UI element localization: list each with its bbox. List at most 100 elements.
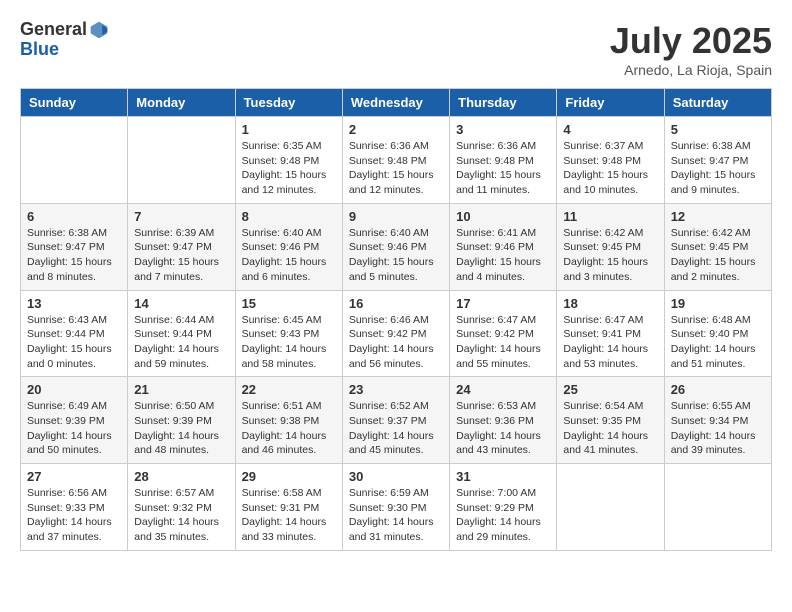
- day-info: Sunrise: 6:38 AM Sunset: 9:47 PM Dayligh…: [27, 226, 121, 285]
- logo-general: General: [20, 20, 87, 40]
- day-number: 8: [242, 209, 336, 224]
- weekday-header-row: Sunday Monday Tuesday Wednesday Thursday…: [21, 89, 772, 117]
- day-number: 30: [349, 469, 443, 484]
- calendar-week-row: 6 Sunrise: 6:38 AM Sunset: 9:47 PM Daylig…: [21, 203, 772, 290]
- header-saturday: Saturday: [664, 89, 771, 117]
- day-number: 23: [349, 382, 443, 397]
- table-row: 14 Sunrise: 6:44 AM Sunset: 9:44 PM Dayli…: [128, 290, 235, 377]
- day-info: Sunrise: 6:53 AM Sunset: 9:36 PM Dayligh…: [456, 399, 550, 458]
- day-info: Sunrise: 6:36 AM Sunset: 9:48 PM Dayligh…: [349, 139, 443, 198]
- day-number: 3: [456, 122, 550, 137]
- day-number: 2: [349, 122, 443, 137]
- header-thursday: Thursday: [450, 89, 557, 117]
- table-row: [21, 117, 128, 204]
- table-row: 1Sunrise: 6:35 AM Sunset: 9:48 PM Daylig…: [235, 117, 342, 204]
- day-info: Sunrise: 6:37 AM Sunset: 9:48 PM Dayligh…: [563, 139, 657, 198]
- table-row: 7 Sunrise: 6:39 AM Sunset: 9:47 PM Daylig…: [128, 203, 235, 290]
- day-number: 22: [242, 382, 336, 397]
- table-row: 8 Sunrise: 6:40 AM Sunset: 9:46 PM Daylig…: [235, 203, 342, 290]
- day-number: 11: [563, 209, 657, 224]
- day-info: Sunrise: 6:59 AM Sunset: 9:30 PM Dayligh…: [349, 486, 443, 545]
- header-friday: Friday: [557, 89, 664, 117]
- table-row: 3 Sunrise: 6:36 AM Sunset: 9:48 PM Daylig…: [450, 117, 557, 204]
- table-row: 13 Sunrise: 6:43 AM Sunset: 9:44 PM Dayli…: [21, 290, 128, 377]
- day-info: Sunrise: 6:45 AM Sunset: 9:43 PM Dayligh…: [242, 313, 336, 372]
- day-number: 18: [563, 296, 657, 311]
- day-number: 7: [134, 209, 228, 224]
- day-info: Sunrise: 6:44 AM Sunset: 9:44 PM Dayligh…: [134, 313, 228, 372]
- calendar-week-row: 1Sunrise: 6:35 AM Sunset: 9:48 PM Daylig…: [21, 117, 772, 204]
- table-row: 4 Sunrise: 6:37 AM Sunset: 9:48 PM Daylig…: [557, 117, 664, 204]
- day-info: Sunrise: 6:51 AM Sunset: 9:38 PM Dayligh…: [242, 399, 336, 458]
- table-row: 16Sunrise: 6:46 AM Sunset: 9:42 PM Dayli…: [342, 290, 449, 377]
- day-number: 6: [27, 209, 121, 224]
- table-row: 28Sunrise: 6:57 AM Sunset: 9:32 PM Dayli…: [128, 464, 235, 551]
- table-row: 6 Sunrise: 6:38 AM Sunset: 9:47 PM Daylig…: [21, 203, 128, 290]
- day-number: 15: [242, 296, 336, 311]
- day-info: Sunrise: 6:42 AM Sunset: 9:45 PM Dayligh…: [563, 226, 657, 285]
- day-info: Sunrise: 6:52 AM Sunset: 9:37 PM Dayligh…: [349, 399, 443, 458]
- day-number: 19: [671, 296, 765, 311]
- title-block: July 2025 Arnedo, La Rioja, Spain: [610, 20, 772, 78]
- calendar-week-row: 27Sunrise: 6:56 AM Sunset: 9:33 PM Dayli…: [21, 464, 772, 551]
- day-number: 26: [671, 382, 765, 397]
- day-info: Sunrise: 6:57 AM Sunset: 9:32 PM Dayligh…: [134, 486, 228, 545]
- calendar: Sunday Monday Tuesday Wednesday Thursday…: [20, 88, 772, 551]
- table-row: [664, 464, 771, 551]
- day-number: 16: [349, 296, 443, 311]
- day-info: Sunrise: 7:00 AM Sunset: 9:29 PM Dayligh…: [456, 486, 550, 545]
- day-info: Sunrise: 6:42 AM Sunset: 9:45 PM Dayligh…: [671, 226, 765, 285]
- location: Arnedo, La Rioja, Spain: [610, 62, 772, 78]
- day-info: Sunrise: 6:56 AM Sunset: 9:33 PM Dayligh…: [27, 486, 121, 545]
- table-row: 22 Sunrise: 6:51 AM Sunset: 9:38 PM Dayli…: [235, 377, 342, 464]
- table-row: 29Sunrise: 6:58 AM Sunset: 9:31 PM Dayli…: [235, 464, 342, 551]
- day-info: Sunrise: 6:49 AM Sunset: 9:39 PM Dayligh…: [27, 399, 121, 458]
- table-row: 18Sunrise: 6:47 AM Sunset: 9:41 PM Dayli…: [557, 290, 664, 377]
- table-row: 10 Sunrise: 6:41 AM Sunset: 9:46 PM Dayli…: [450, 203, 557, 290]
- day-number: 29: [242, 469, 336, 484]
- calendar-week-row: 13 Sunrise: 6:43 AM Sunset: 9:44 PM Dayli…: [21, 290, 772, 377]
- table-row: 20Sunrise: 6:49 AM Sunset: 9:39 PM Dayli…: [21, 377, 128, 464]
- table-row: [128, 117, 235, 204]
- table-row: 30 Sunrise: 6:59 AM Sunset: 9:30 PM Dayli…: [342, 464, 449, 551]
- day-info: Sunrise: 6:47 AM Sunset: 9:42 PM Dayligh…: [456, 313, 550, 372]
- day-info: Sunrise: 6:36 AM Sunset: 9:48 PM Dayligh…: [456, 139, 550, 198]
- table-row: 19 Sunrise: 6:48 AM Sunset: 9:40 PM Dayli…: [664, 290, 771, 377]
- table-row: 25Sunrise: 6:54 AM Sunset: 9:35 PM Dayli…: [557, 377, 664, 464]
- month-title: July 2025: [610, 20, 772, 62]
- day-info: Sunrise: 6:55 AM Sunset: 9:34 PM Dayligh…: [671, 399, 765, 458]
- day-number: 13: [27, 296, 121, 311]
- day-info: Sunrise: 6:38 AM Sunset: 9:47 PM Dayligh…: [671, 139, 765, 198]
- table-row: 5 Sunrise: 6:38 AM Sunset: 9:47 PM Daylig…: [664, 117, 771, 204]
- header-tuesday: Tuesday: [235, 89, 342, 117]
- day-info: Sunrise: 6:41 AM Sunset: 9:46 PM Dayligh…: [456, 226, 550, 285]
- logo: General Blue: [20, 20, 109, 60]
- calendar-week-row: 20Sunrise: 6:49 AM Sunset: 9:39 PM Dayli…: [21, 377, 772, 464]
- day-info: Sunrise: 6:48 AM Sunset: 9:40 PM Dayligh…: [671, 313, 765, 372]
- table-row: 12 Sunrise: 6:42 AM Sunset: 9:45 PM Dayli…: [664, 203, 771, 290]
- day-number: 9: [349, 209, 443, 224]
- day-number: 21: [134, 382, 228, 397]
- day-info: Sunrise: 6:54 AM Sunset: 9:35 PM Dayligh…: [563, 399, 657, 458]
- day-number: 24: [456, 382, 550, 397]
- table-row: 2 Sunrise: 6:36 AM Sunset: 9:48 PM Daylig…: [342, 117, 449, 204]
- table-row: 21 Sunrise: 6:50 AM Sunset: 9:39 PM Dayli…: [128, 377, 235, 464]
- day-number: 5: [671, 122, 765, 137]
- day-info: Sunrise: 6:39 AM Sunset: 9:47 PM Dayligh…: [134, 226, 228, 285]
- day-number: 4: [563, 122, 657, 137]
- header-monday: Monday: [128, 89, 235, 117]
- day-number: 1: [242, 122, 336, 137]
- day-number: 12: [671, 209, 765, 224]
- header-wednesday: Wednesday: [342, 89, 449, 117]
- day-info: Sunrise: 6:43 AM Sunset: 9:44 PM Dayligh…: [27, 313, 121, 372]
- day-number: 14: [134, 296, 228, 311]
- table-row: 15 Sunrise: 6:45 AM Sunset: 9:43 PM Dayli…: [235, 290, 342, 377]
- day-number: 10: [456, 209, 550, 224]
- day-info: Sunrise: 6:50 AM Sunset: 9:39 PM Dayligh…: [134, 399, 228, 458]
- table-row: 17Sunrise: 6:47 AM Sunset: 9:42 PM Dayli…: [450, 290, 557, 377]
- table-row: 31Sunrise: 7:00 AM Sunset: 9:29 PM Dayli…: [450, 464, 557, 551]
- day-info: Sunrise: 6:40 AM Sunset: 9:46 PM Dayligh…: [242, 226, 336, 285]
- table-row: 24 Sunrise: 6:53 AM Sunset: 9:36 PM Dayli…: [450, 377, 557, 464]
- table-row: 27Sunrise: 6:56 AM Sunset: 9:33 PM Dayli…: [21, 464, 128, 551]
- table-row: 9Sunrise: 6:40 AM Sunset: 9:46 PM Daylig…: [342, 203, 449, 290]
